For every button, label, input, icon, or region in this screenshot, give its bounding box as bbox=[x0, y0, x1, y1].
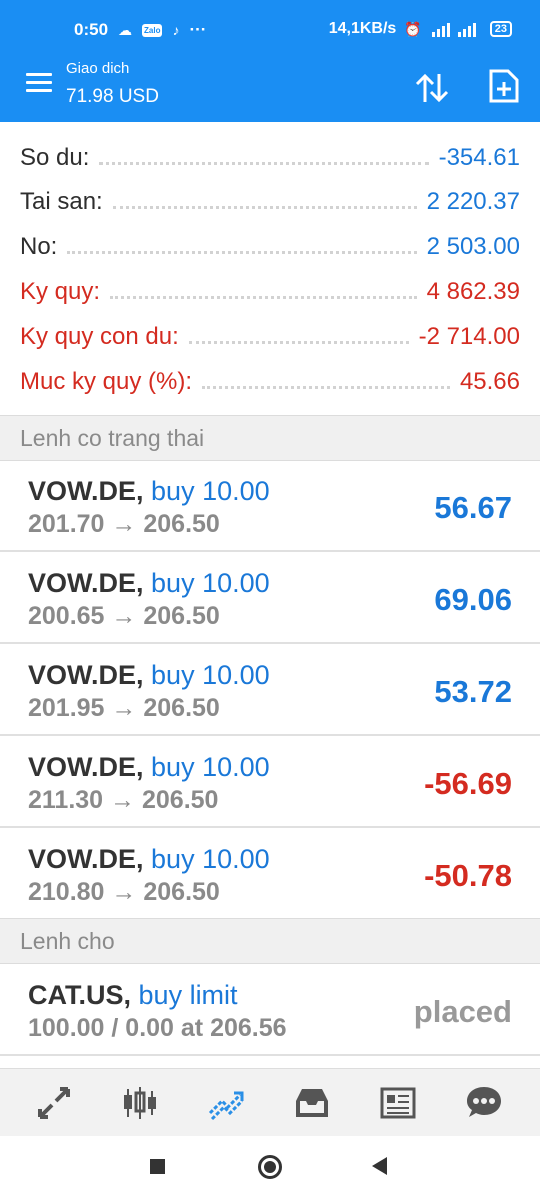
orders-section-header: Lenh cho bbox=[0, 918, 540, 964]
summary-label: No: bbox=[20, 233, 58, 260]
summary-row-credit: No: 2 503.00 bbox=[20, 225, 520, 269]
summary-label: Tai san: bbox=[20, 188, 103, 215]
summary-label: So du: bbox=[20, 144, 90, 171]
alarm-icon: ⏰ bbox=[404, 20, 422, 37]
news-icon[interactable] bbox=[378, 1083, 418, 1123]
balance-subtitle: 71.98 USD bbox=[66, 86, 159, 107]
zalo-icon: Zalo bbox=[142, 23, 163, 37]
menu-icon[interactable] bbox=[26, 73, 52, 95]
position-symbol: VOW.DE, bbox=[28, 660, 144, 690]
clock: 0:50 bbox=[74, 20, 109, 39]
position-row[interactable]: VOW.DE, buy 10.00 201.95 → 206.50 53.72 bbox=[0, 644, 540, 736]
history-icon[interactable] bbox=[292, 1083, 332, 1123]
order-details: 100.00 / 0.00 at 206.56 bbox=[28, 1014, 287, 1042]
trade-icon[interactable] bbox=[206, 1083, 246, 1123]
position-symbol: VOW.DE, bbox=[28, 476, 144, 506]
summary-value: 2 503.00 bbox=[426, 233, 520, 260]
position-prices: 210.80 → 206.50 bbox=[28, 878, 220, 906]
positions-section-header: Lenh co trang thai bbox=[0, 415, 540, 461]
position-row[interactable]: VOW.DE, buy 10.00 210.80 → 206.50 -50.78 bbox=[0, 828, 540, 920]
order-status: placed bbox=[413, 994, 512, 1029]
summary-value: -2 714.00 bbox=[418, 323, 520, 350]
more-notifications: ··· bbox=[189, 20, 207, 39]
position-side: buy 10.00 bbox=[151, 568, 270, 598]
position-prices: 200.65 → 206.50 bbox=[28, 602, 220, 630]
order-type: buy limit bbox=[138, 980, 238, 1010]
position-row[interactable]: VOW.DE, buy 10.00 201.70 → 206.50 56.67 bbox=[0, 460, 540, 552]
cloud-icon: ☁ bbox=[118, 21, 133, 38]
position-profit: -56.69 bbox=[424, 766, 512, 801]
summary-label: Ky quy con du: bbox=[20, 323, 179, 350]
chart-icon[interactable] bbox=[120, 1083, 160, 1123]
system-nav-bar bbox=[0, 1136, 540, 1200]
battery-icon: 23 bbox=[489, 21, 512, 37]
summary-value: 4 862.39 bbox=[426, 278, 520, 305]
new-order-icon[interactable] bbox=[488, 68, 520, 104]
status-bar: 0:50 ☁ Zalo ♪ ··· 14,1KB/s ⏰ 23 bbox=[0, 0, 540, 60]
position-prices: 211.30 → 206.50 bbox=[28, 786, 219, 814]
summary-value: -354.61 bbox=[438, 144, 520, 171]
home-button[interactable] bbox=[258, 1155, 282, 1179]
position-symbol: VOW.DE, bbox=[28, 752, 144, 782]
position-row[interactable]: VOW.DE, buy 10.00 200.65 → 206.50 69.06 bbox=[0, 552, 540, 644]
order-row[interactable]: CAT.US, buy limit 100.00 / 0.00 at 206.5… bbox=[0, 964, 540, 1056]
app-bar: Giao dich 71.98 USD bbox=[0, 60, 540, 122]
position-side: buy 10.00 bbox=[151, 476, 270, 506]
page-title: Giao dich bbox=[66, 60, 130, 77]
messages-icon[interactable] bbox=[464, 1083, 504, 1123]
position-symbol: VOW.DE, bbox=[28, 844, 144, 874]
tiktok-icon: ♪ bbox=[172, 22, 180, 38]
position-side: buy 10.00 bbox=[151, 844, 270, 874]
summary-row-equity: Tai san: 2 220.37 bbox=[20, 180, 520, 224]
account-summary: So du: -354.61 Tai san: 2 220.37 No: 2 503.… bbox=[0, 122, 540, 416]
back-button[interactable] bbox=[372, 1157, 387, 1175]
position-profit: 69.06 bbox=[434, 582, 512, 617]
position-side: buy 10.00 bbox=[151, 752, 270, 782]
summary-row-margin: Ky quy: 4 862.39 bbox=[20, 270, 520, 314]
network-speed: 14,1KB/s bbox=[328, 20, 397, 37]
summary-label: Ky quy: bbox=[20, 278, 101, 305]
recents-button[interactable] bbox=[150, 1159, 165, 1174]
order-symbol: CAT.US, bbox=[28, 980, 132, 1010]
position-side: buy 10.00 bbox=[151, 660, 270, 690]
sort-icon[interactable] bbox=[412, 68, 452, 108]
summary-row-free-margin: Ky quy con du: -2 714.00 bbox=[20, 315, 520, 359]
position-symbol: VOW.DE, bbox=[28, 568, 144, 598]
signal-icon bbox=[431, 23, 476, 37]
summary-label: Muc ky quy (%): bbox=[20, 368, 193, 395]
position-row[interactable]: VOW.DE, buy 10.00 211.30 → 206.50 -56.69 bbox=[0, 736, 540, 828]
position-prices: 201.70 → 206.50 bbox=[28, 510, 220, 538]
summary-row-margin-level: Muc ky quy (%): 45.66 bbox=[20, 360, 520, 404]
position-profit: 53.72 bbox=[434, 674, 512, 709]
position-profit: 56.67 bbox=[434, 490, 512, 525]
summary-value: 2 220.37 bbox=[426, 188, 520, 215]
position-prices: 201.95 → 206.50 bbox=[28, 694, 220, 722]
bottom-tab-bar bbox=[0, 1068, 540, 1136]
summary-row-balance: So du: -354.61 bbox=[20, 136, 520, 180]
position-profit: -50.78 bbox=[424, 858, 512, 893]
quotes-icon[interactable] bbox=[34, 1083, 74, 1123]
summary-value: 45.66 bbox=[459, 368, 520, 395]
